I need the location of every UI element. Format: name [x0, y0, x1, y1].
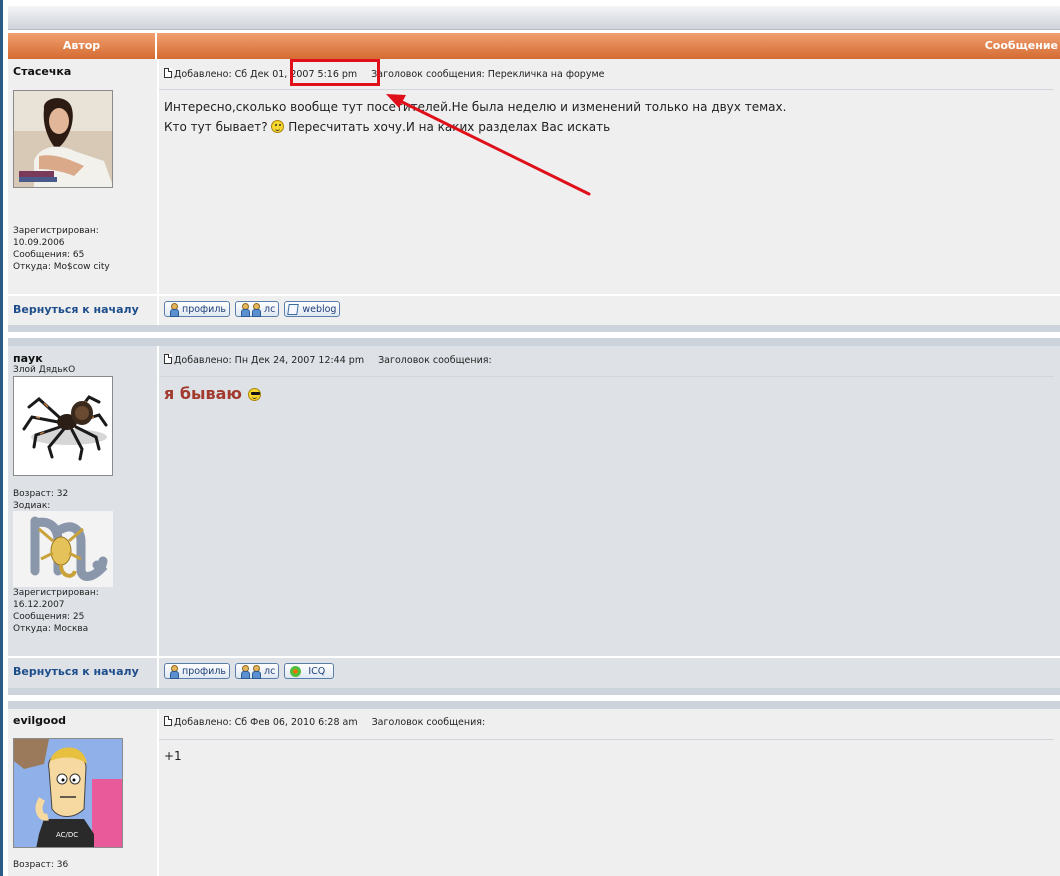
post-meta: Добавлено: Сб Фев 06, 2010 6:28 am Заголо…: [164, 716, 485, 728]
message-count: Сообщения: 25: [13, 612, 85, 622]
post-subject: Заголовок сообщения: Перекличка на форум…: [371, 69, 605, 80]
message-count: Сообщения: 65: [13, 250, 85, 260]
registered-date: 16.12.2007: [13, 600, 65, 610]
avatar: AC/DC: [13, 738, 123, 848]
post-divider: [159, 739, 1054, 740]
age: Возраст: 32: [13, 489, 69, 499]
private-message-icon: [240, 302, 262, 317]
post-3: evilgood AC/DC Возраст: 36 Добавлено: Сб…: [8, 709, 1060, 876]
location: Откуда: Mo$cow city: [13, 262, 110, 272]
post-line: Кто тут бывает?: [164, 120, 268, 134]
row-divider: [8, 294, 1060, 296]
profile-button[interactable]: профиль: [164, 663, 231, 679]
post-document-icon[interactable]: [164, 68, 172, 78]
profile-icon: [167, 302, 180, 317]
post-divider: [159, 376, 1054, 377]
registered-label: Зарегистрирован:: [13, 226, 99, 236]
button-label: ICQ: [308, 665, 326, 677]
icq-button[interactable]: ICQ: [284, 663, 335, 679]
forum-frame: Автор Сообщение Стасечка Зарегистрирован…: [3, 0, 1060, 876]
post-1: Стасечка Зарегистрирован: 10.09.2006 Соо…: [8, 59, 1060, 325]
age-info: Возраст: 36: [13, 859, 68, 871]
spider-photo-icon: [14, 377, 112, 475]
cool-smile-icon: [247, 388, 261, 401]
weblog-icon: [287, 303, 300, 316]
post-separator: [8, 325, 1060, 332]
author-column-header: Автор: [8, 33, 157, 59]
row-divider: [8, 656, 1060, 658]
age-info: Возраст: 32 Зодиак:: [13, 488, 68, 512]
post-meta: Добавлено: Сб Дек 01, 2007 5:16 pm Заголо…: [164, 68, 604, 80]
post-2-buttons: профиль лс ICQ: [164, 663, 335, 679]
avatar: [13, 90, 113, 188]
avatar: [13, 376, 113, 476]
posted-date: Добавлено: Пн Дек 24, 2007 12:44 pm: [174, 355, 365, 366]
top-navigation-bar: [8, 6, 1060, 30]
post-text: я бываю: [164, 384, 261, 403]
post-document-icon[interactable]: [164, 716, 172, 726]
button-label: лс: [264, 665, 276, 677]
smile-icon: [271, 120, 285, 133]
registered-label: Зарегистрирован:: [13, 588, 99, 598]
woman-photo-icon: [14, 91, 112, 187]
post-text: +1: [164, 749, 182, 763]
post-text: Интересно,сколько вообще тут посетителей…: [164, 97, 786, 137]
column-divider: [157, 59, 159, 325]
post-line: Пересчитать хочу.И на каких разделах Вас…: [288, 120, 611, 134]
profile-button[interactable]: профиль: [164, 301, 231, 317]
posted-date: Добавлено: Сб Фев 06, 2010 6:28 am: [174, 717, 358, 728]
annotation-highlight-box: [290, 59, 380, 86]
username[interactable]: Стасечка: [13, 65, 71, 78]
pm-button[interactable]: лс: [235, 663, 280, 679]
post-1-buttons: профиль лс weblog: [164, 301, 341, 317]
weblog-button[interactable]: weblog: [284, 301, 341, 317]
scorpio-icon: [13, 511, 113, 587]
post-separator: [8, 701, 1060, 709]
cartoon-avatar-icon: AC/DC: [14, 739, 122, 847]
button-label: weblog: [302, 303, 337, 315]
post-divider: [159, 89, 1054, 90]
age: Возраст: 36: [13, 860, 69, 870]
post-meta: Добавлено: Пн Дек 24, 2007 12:44 pm Загол…: [164, 354, 492, 366]
pm-button[interactable]: лс: [235, 301, 280, 317]
icq-flower-icon: [289, 665, 302, 678]
profile-icon: [167, 664, 180, 679]
post-separator: [8, 688, 1060, 695]
button-label: профиль: [182, 303, 227, 315]
private-message-icon: [240, 664, 262, 679]
post-line: я бываю: [164, 384, 242, 403]
post-line: Интересно,сколько вообще тут посетителей…: [164, 100, 787, 114]
post-subject: Заголовок сообщения:: [378, 355, 492, 366]
message-column-header: Сообщение: [157, 33, 1060, 59]
location: Откуда: Москва: [13, 624, 89, 634]
column-divider: [157, 709, 159, 876]
back-to-top-link[interactable]: Вернуться к началу: [13, 665, 139, 678]
post-2: паук Злой ДядькО Возраст: 32 Зодиак: Зар…: [8, 346, 1060, 688]
post-subject: Заголовок сообщения:: [371, 717, 486, 728]
button-label: профиль: [182, 665, 227, 677]
registered-date: 10.09.2006: [13, 238, 65, 248]
back-to-top-link[interactable]: Вернуться к началу: [13, 303, 139, 316]
username[interactable]: evilgood: [13, 714, 66, 727]
button-label: лс: [264, 303, 276, 315]
registration-info: Зарегистрирован: 16.12.2007 Сообщения: 2…: [13, 587, 99, 635]
svg-text:AC/DC: AC/DC: [56, 831, 78, 839]
registration-info: Зарегистрирован: 10.09.2006 Сообщения: 6…: [13, 225, 110, 273]
user-rank: Злой ДядькО: [13, 365, 76, 375]
column-divider: [157, 346, 159, 688]
username[interactable]: паук: [13, 352, 43, 365]
post-document-icon[interactable]: [164, 354, 172, 364]
table-header: Автор Сообщение: [8, 33, 1060, 59]
post-separator: [8, 338, 1060, 346]
